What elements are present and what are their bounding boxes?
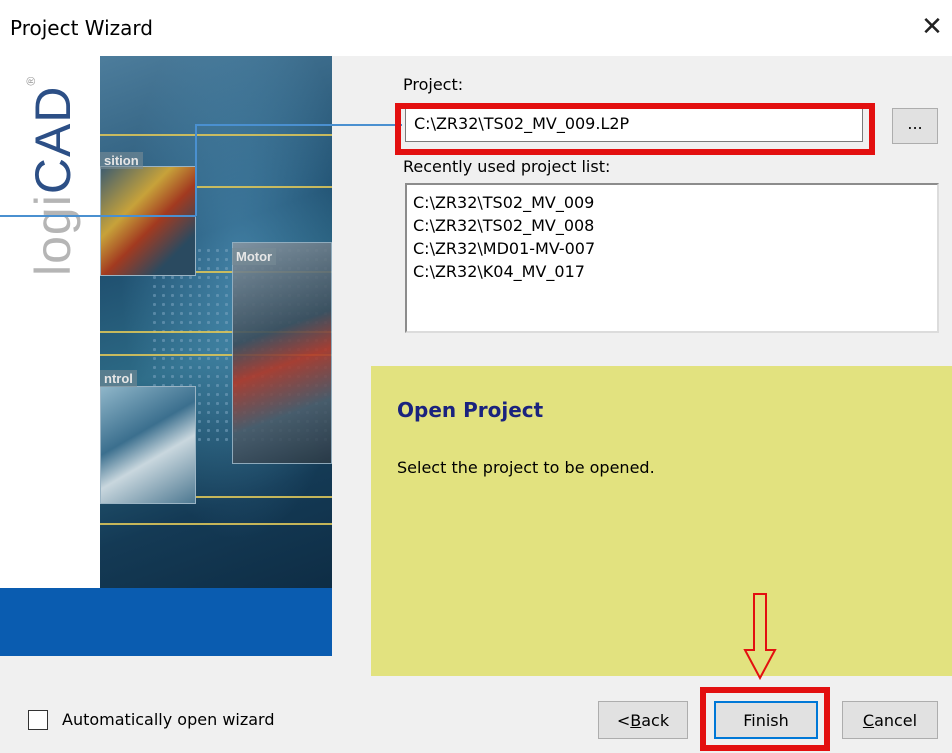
logo-strip: logiCAD® — [0, 56, 100, 588]
project-label: Project: — [403, 75, 464, 94]
browse-button[interactable]: ... — [892, 108, 938, 144]
control-label: ntrol — [100, 370, 137, 387]
title-bar: Project Wizard ✕ — [0, 0, 952, 56]
banner-blue-band — [0, 588, 332, 656]
logicad-logo: logiCAD® — [24, 76, 82, 276]
motor-image — [232, 242, 332, 464]
control-image — [100, 386, 196, 504]
back-button[interactable]: < Back — [598, 701, 688, 739]
close-icon[interactable]: ✕ — [916, 10, 948, 44]
down-arrow-icon — [743, 593, 777, 681]
list-item[interactable]: C:\ZR32\MD01-MV-007 — [411, 237, 933, 260]
finish-button[interactable]: Finish — [714, 701, 818, 739]
logo-registered: ® — [24, 75, 38, 86]
cancel-button[interactable]: Cancel — [842, 701, 938, 739]
cancel-accelerator: C — [862, 710, 875, 730]
window-title: Project Wizard — [10, 16, 153, 40]
position-label: sition — [100, 152, 143, 169]
logo-suffix: CAD — [25, 85, 81, 195]
back-accelerator: B — [630, 710, 642, 730]
auto-open-checkbox[interactable] — [28, 710, 48, 730]
connector-line — [0, 215, 196, 217]
logo-prefix: logi — [25, 194, 81, 276]
info-panel: Open Project Select the project to be op… — [371, 366, 952, 676]
back-rest: ack — [641, 710, 670, 730]
motor-label: Motor — [232, 248, 277, 265]
wizard-banner: sition Motor ntrol logiCAD® — [0, 56, 332, 656]
connector-line — [196, 124, 402, 126]
recent-list-label: Recently used project list: — [403, 157, 611, 176]
back-prefix: < — [616, 710, 631, 730]
info-description: Select the project to be opened. — [397, 458, 655, 477]
connector-line — [195, 124, 197, 216]
position-image — [100, 166, 196, 276]
info-title: Open Project — [397, 398, 544, 422]
list-item[interactable]: C:\ZR32\TS02_MV_009 — [411, 191, 933, 214]
auto-open-label[interactable]: Automatically open wizard — [62, 710, 275, 729]
list-item[interactable]: C:\ZR32\K04_MV_017 — [411, 260, 933, 283]
banner-line — [100, 523, 332, 525]
banner-line — [100, 134, 332, 136]
project-path-input[interactable]: C:\ZR32\TS02_MV_009.L2P — [405, 108, 863, 142]
list-item[interactable]: C:\ZR32\TS02_MV_008 — [411, 214, 933, 237]
cancel-rest: ancel — [874, 710, 918, 730]
recent-project-list[interactable]: C:\ZR32\TS02_MV_009 C:\ZR32\TS02_MV_008 … — [405, 183, 939, 333]
